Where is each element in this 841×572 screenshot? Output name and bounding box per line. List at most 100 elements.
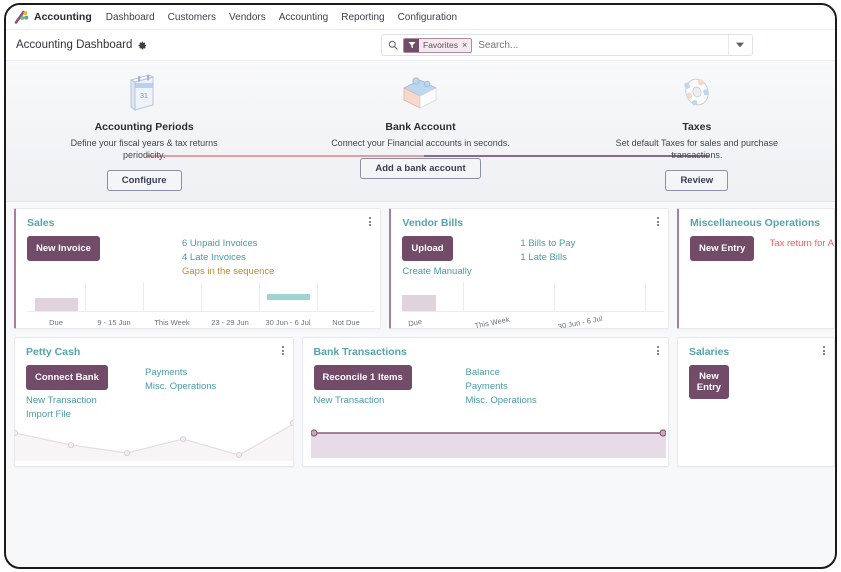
gear-icon[interactable]: [138, 41, 147, 50]
card-title: Sales: [27, 217, 55, 229]
chart-xlabel: 9 - 15 Jun: [97, 318, 131, 327]
chart-xlabel: Due: [49, 318, 63, 327]
new-entry-button[interactable]: New Entry: [689, 236, 755, 261]
configure-button[interactable]: Configure: [106, 170, 182, 191]
card-actions: New Entry: [689, 236, 758, 261]
search-icon: [388, 40, 398, 50]
card-title: Bank Transactions: [313, 346, 407, 358]
dashboard-row-2: Petty Cash Connect Bank New Transaction …: [14, 337, 835, 467]
card-vendor-bills: Vendor Bills Upload Create Manually 1 Bi…: [389, 208, 669, 329]
nav-item-accounting[interactable]: Accounting: [279, 12, 328, 23]
kebab-menu-icon[interactable]: [281, 346, 284, 355]
card-bank-transactions: Bank Transactions Reconcile 1 Items New …: [301, 337, 669, 467]
add-bank-account-button[interactable]: Add a bank account: [360, 158, 481, 179]
link-unpaid-invoices[interactable]: 6 Unpaid Invoices: [182, 238, 274, 249]
navbar-brand-label[interactable]: Accounting: [34, 11, 92, 23]
card-title: Vendor Bills: [402, 217, 464, 229]
chart-xlabel: Not Due: [332, 318, 360, 327]
top-navbar: Accounting Dashboard Customers Vendors A…: [6, 5, 835, 30]
chart-gridline: [317, 282, 318, 312]
nav-item-reporting[interactable]: Reporting: [341, 12, 384, 23]
chart-bar-30jun-6jul[interactable]: [267, 294, 310, 300]
connect-bank-button[interactable]: Connect Bank: [26, 365, 108, 390]
chart-xlabel: 30 Jun - 6 Jul: [557, 313, 604, 329]
svg-text:31: 31: [140, 93, 148, 100]
chart-gridline: [143, 282, 144, 312]
onboarding-banner: 31 Accounting Periods Define your fiscal…: [6, 61, 835, 202]
card-body: New Entry: [678, 358, 834, 399]
onboarding-step-description: Connect your Financial accounts in secon…: [331, 138, 510, 148]
card-actions: Connect Bank New Transaction Import File: [26, 365, 131, 420]
card-links: Balance Payments Misc. Operations: [466, 365, 537, 406]
chart-xlabel: This Week: [154, 318, 190, 327]
vendor-bills-bar-chart: Due This Week 30 Jun - 6 Jul: [402, 282, 665, 329]
kebab-menu-icon[interactable]: [369, 217, 372, 226]
chart-gridline: [554, 282, 556, 312]
chart-bar-due[interactable]: [402, 295, 437, 311]
link-new-transaction[interactable]: New Transaction: [314, 395, 464, 406]
link-payments[interactable]: Payments: [145, 367, 216, 378]
link-bills-to-pay[interactable]: 1 Bills to Pay: [520, 238, 575, 249]
nav-item-customers[interactable]: Customers: [168, 12, 216, 23]
dashboard-row-1: Sales New Invoice 6 Unpaid Invoices 4 La…: [14, 208, 835, 329]
link-new-transaction[interactable]: New Transaction: [26, 395, 131, 406]
link-misc-operations[interactable]: Misc. Operations: [466, 395, 537, 406]
kebab-menu-icon[interactable]: [656, 217, 659, 226]
app-window: Accounting Dashboard Customers Vendors A…: [4, 3, 837, 569]
link-payments[interactable]: Payments: [466, 381, 537, 392]
onboarding-step-title: Taxes: [682, 121, 712, 133]
card-misc-operations: Miscellaneous Operations New Entry Tax r…: [676, 208, 835, 329]
card-body: New Invoice 6 Unpaid Invoices 4 Late Inv…: [16, 229, 380, 277]
petty-cash-area-chart: [14, 415, 293, 466]
card-sales: Sales New Invoice 6 Unpaid Invoices 4 La…: [14, 208, 382, 329]
search-input[interactable]: [478, 39, 728, 51]
onboarding-step-bank-account: Bank Account Connect your Financial acco…: [282, 61, 558, 201]
card-body: Upload Create Manually 1 Bills to Pay 1 …: [391, 229, 668, 277]
link-gaps-in-sequence[interactable]: Gaps in the sequence: [182, 266, 274, 277]
upload-button[interactable]: Upload: [402, 236, 453, 261]
chart-gridline: [85, 282, 86, 312]
nav-item-dashboard[interactable]: Dashboard: [106, 12, 155, 23]
search-bar[interactable]: Favorites ×: [381, 34, 753, 56]
search-facet-label: Favorites: [423, 40, 458, 50]
chart-xlabel: This Week: [474, 314, 511, 329]
nav-item-vendors[interactable]: Vendors: [229, 12, 266, 23]
nav-item-configuration[interactable]: Configuration: [398, 12, 457, 23]
card-title: Miscellaneous Operations: [689, 217, 821, 229]
chart-gridline: [259, 282, 260, 312]
link-late-invoices[interactable]: 4 Late Invoices: [182, 252, 274, 263]
card-title: Petty Cash: [26, 346, 81, 358]
odoo-logo-icon[interactable]: [14, 10, 29, 25]
onboarding-step-accounting-periods: 31 Accounting Periods Define your fiscal…: [6, 61, 282, 201]
control-panel: Accounting Dashboard Favorites × Search.…: [6, 30, 835, 61]
kebab-menu-icon[interactable]: [656, 346, 659, 355]
link-misc-operations[interactable]: Misc. Operations: [145, 381, 216, 392]
chart-bar-due[interactable]: [35, 298, 78, 311]
link-create-manually[interactable]: Create Manually: [402, 266, 498, 277]
reconcile-items-button[interactable]: Reconcile 1 Items: [313, 365, 412, 390]
close-icon[interactable]: ×: [462, 40, 471, 50]
calendar-icon: 31: [127, 72, 161, 114]
link-balance[interactable]: Balance: [466, 367, 537, 378]
link-late-bills[interactable]: 1 Late Bills: [520, 252, 575, 263]
card-body: Reconcile 1 Items New Transaction Balanc…: [303, 358, 668, 406]
search-facet-favorites[interactable]: Favorites ×: [403, 37, 473, 53]
card-title: Salaries: [688, 346, 730, 358]
card-links: Payments Misc. Operations: [145, 365, 216, 420]
card-actions: Upload Create Manually: [402, 236, 498, 277]
card-actions: New Invoice: [27, 236, 132, 277]
onboarding-step-title: Bank Account: [385, 121, 456, 133]
kebab-menu-icon[interactable]: [823, 346, 825, 355]
new-invoice-button[interactable]: New Invoice: [27, 236, 100, 261]
chart-gridline: [201, 282, 202, 312]
new-entry-button[interactable]: New Entry: [688, 365, 729, 399]
chevron-down-icon[interactable]: [728, 35, 750, 55]
page-title: Accounting Dashboard: [16, 39, 133, 51]
card-body: Connect Bank New Transaction Import File…: [15, 358, 293, 420]
taxes-gear-icon: [678, 72, 716, 114]
link-tax-return[interactable]: Tax return for A: [770, 238, 834, 249]
review-button[interactable]: Review: [665, 170, 729, 191]
chart-gridline: [463, 282, 465, 312]
bank-puzzle-icon: [397, 72, 443, 114]
card-actions: New Entry: [688, 365, 749, 399]
